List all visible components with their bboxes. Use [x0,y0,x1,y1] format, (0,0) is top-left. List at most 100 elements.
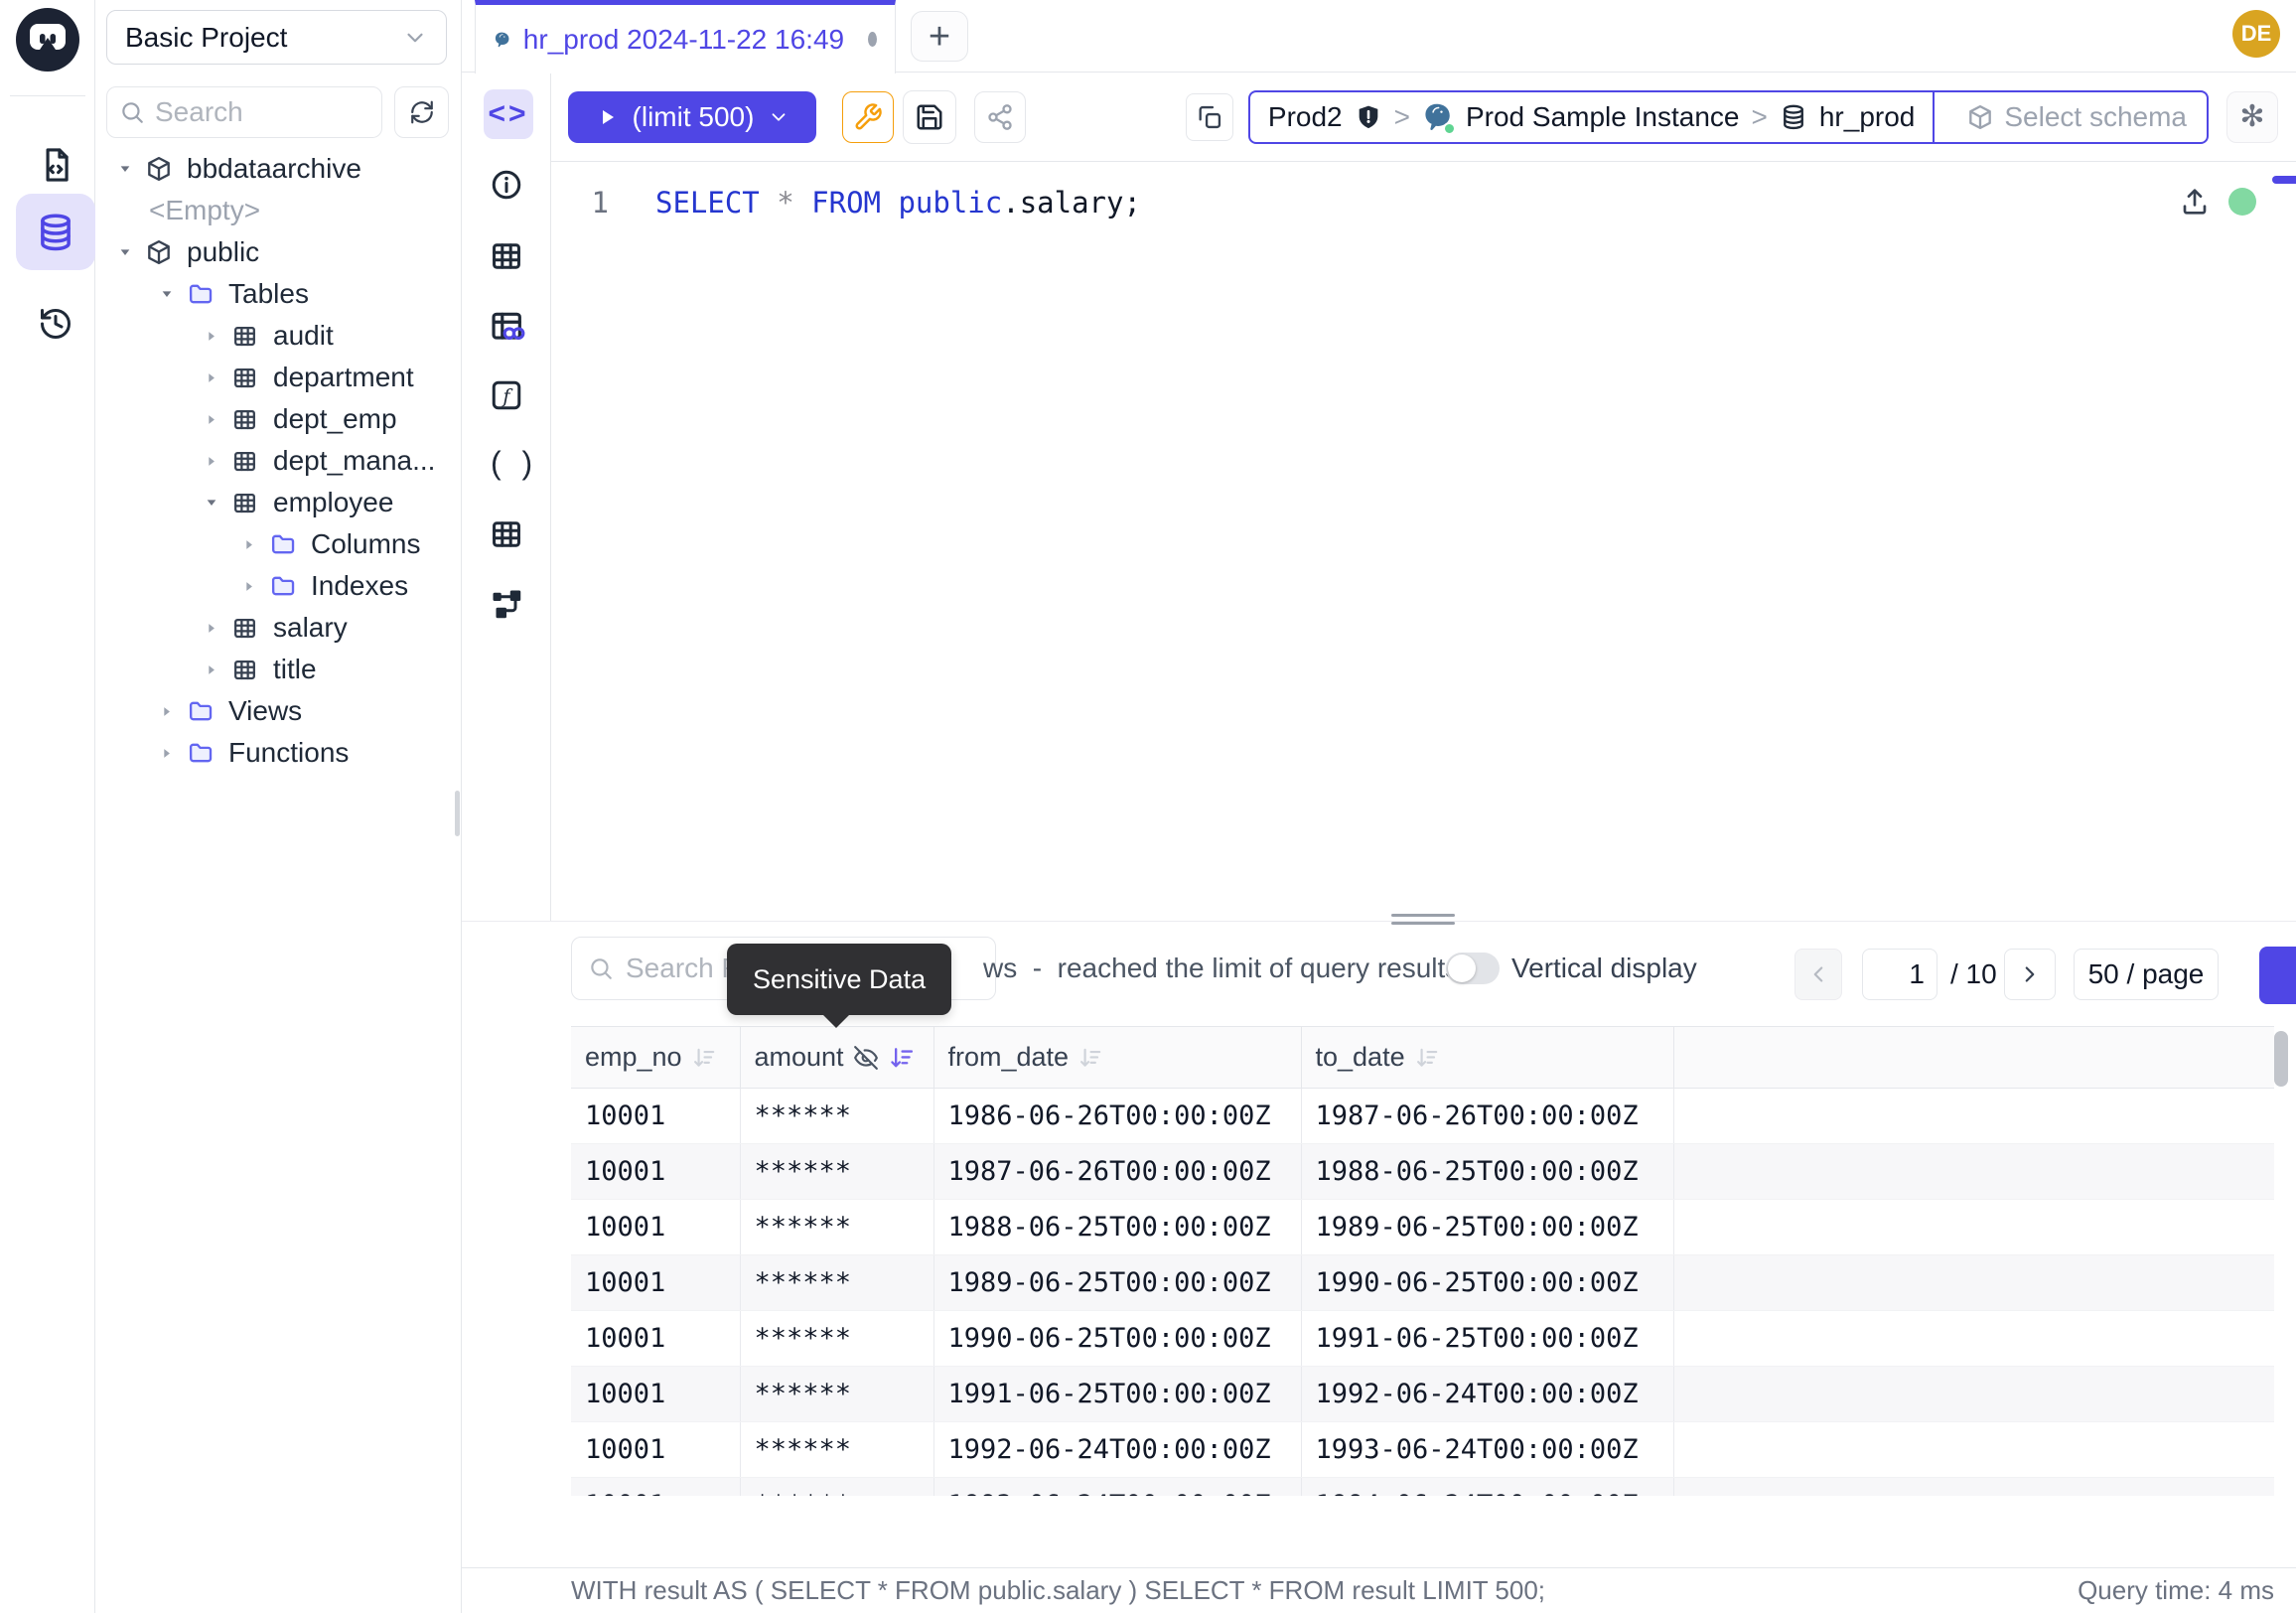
sql-code[interactable]: SELECT * FROM public.salary; [655,186,1141,220]
save-sheet-button[interactable] [903,90,956,144]
breadcrumb-divider [1933,92,1935,142]
table-search-button[interactable] [489,308,526,346]
tree-item-title[interactable]: title [95,649,462,690]
code-view-button[interactable]: <> [484,89,533,139]
sidebar-resize-handle[interactable] [455,791,460,836]
caret-down-icon[interactable] [117,244,133,260]
sql-keyword: FROM [794,186,899,220]
results-scrollbar-thumb[interactable] [2274,1031,2288,1087]
tree-item-label: <Empty> [149,195,260,226]
caret-down-icon[interactable] [159,286,175,302]
tree-item-views[interactable]: Views [95,690,462,732]
column-header-to-date[interactable]: to_date [1301,1027,1673,1089]
connection-breadcrumb[interactable]: Prod2 > Prod Sample Instance > hr_prod S… [1248,90,2209,144]
history-nav-button[interactable] [16,285,95,362]
environment-label: Prod2 [1268,101,1343,133]
caret-right-icon[interactable] [159,746,175,761]
unsaved-dot-icon [868,32,877,47]
next-page-button[interactable] [2004,949,2056,1000]
caret-right-icon[interactable] [204,412,219,427]
run-query-button[interactable]: (limit 500) [568,91,816,143]
function-panel-button[interactable] [489,377,524,413]
worksheet-nav-button[interactable] [16,126,95,203]
table-row[interactable]: 10001******1990-06-25T00:00:00Z1991-06-2… [571,1311,2274,1367]
chevron-down-icon[interactable] [768,106,789,128]
share-sheet-button[interactable] [974,91,1026,143]
export-button[interactable] [2259,947,2296,1004]
eye-off-icon[interactable] [853,1045,879,1071]
sort-icon[interactable] [888,1044,916,1072]
tree-item-label: title [273,654,317,685]
table-row[interactable]: 10001******1993-06-24T00:00:00Z1994-06-2… [571,1478,2274,1497]
page-number-value: 1 [1909,958,1925,990]
schema-diagram-button[interactable] [489,586,524,622]
table-list-button[interactable] [489,516,524,552]
tree-item-employee[interactable]: employee [95,482,462,523]
page-number-input[interactable]: 1 [1862,949,1937,1000]
table-row[interactable]: 10001******1991-06-25T00:00:00Z1992-06-2… [571,1367,2274,1422]
avatar[interactable]: DE [2232,10,2280,58]
chevron-down-icon [402,25,428,51]
caret-down-icon[interactable] [117,161,133,177]
tree-item-dept-emp[interactable]: dept_emp [95,398,462,440]
schema-icon [145,155,175,183]
tree-item-dept-manager[interactable]: dept_mana... [95,440,462,482]
format-sql-button[interactable] [842,91,894,143]
info-button[interactable] [489,167,524,203]
caret-right-icon[interactable] [204,662,219,677]
table-row[interactable]: 10001******1986-06-26T00:00:00Z1987-06-2… [571,1089,2274,1144]
results-table: emp_no amount from_date to_date 10001***… [571,1026,2274,1496]
caret-right-icon[interactable] [204,454,219,469]
tree-item-tables[interactable]: Tables [95,273,462,315]
prev-page-button[interactable] [1794,949,1842,1000]
project-select[interactable]: Basic Project [106,10,447,65]
editor-line-1[interactable]: 1 SELECT * FROM public.salary; [551,162,2296,220]
database-nav-button[interactable] [16,194,95,270]
table-row[interactable]: 10001******1989-06-25T00:00:00Z1990-06-2… [571,1255,2274,1311]
sort-icon[interactable] [691,1045,717,1071]
caret-right-icon[interactable] [204,370,219,385]
pane-resize-handle[interactable] [1391,914,1455,930]
new-tab-button[interactable]: + [911,11,968,62]
plus-icon: + [929,18,950,56]
sql-editor[interactable]: 1 SELECT * FROM public.salary; [551,162,2296,993]
refresh-schema-button[interactable] [394,86,449,138]
vertical-display-toggle[interactable] [1446,953,1500,984]
caret-right-icon[interactable] [159,704,175,719]
page-total: / 10 [1950,949,1997,1000]
tree-item-audit[interactable]: audit [95,315,462,357]
sort-icon[interactable] [1077,1045,1103,1071]
caret-right-icon[interactable] [204,329,219,344]
sort-icon[interactable] [1414,1045,1440,1071]
table-panel-button[interactable] [489,238,524,274]
schema-selector[interactable]: Select schema [1946,101,2207,133]
worksheet-tab-active[interactable]: hr_prod 2024-11-22 16:49 [475,0,896,73]
table-row[interactable]: 10001******1988-06-25T00:00:00Z1989-06-2… [571,1200,2274,1255]
tree-item-bbdataarchive[interactable]: bbdataarchive [95,148,462,190]
column-header-emp-no[interactable]: emp_no [571,1027,740,1089]
table-row[interactable]: 10001******1987-06-26T00:00:00Z1988-06-2… [571,1144,2274,1200]
column-header-amount[interactable]: amount [740,1027,933,1089]
tree-item-indexes[interactable]: Indexes [95,565,462,607]
tree-item-functions[interactable]: Functions [95,732,462,774]
caret-right-icon[interactable] [241,537,257,552]
editor-scroll-indicator[interactable] [2272,176,2296,184]
app-logo-icon[interactable] [16,8,79,72]
ai-assistant-button[interactable]: ✻ [2226,91,2278,143]
column-header-from-date[interactable]: from_date [933,1027,1301,1089]
sidebar-search-input[interactable] [155,96,344,128]
tree-item-columns[interactable]: Columns [95,523,462,565]
caret-right-icon[interactable] [241,579,257,594]
tree-item-public[interactable]: public [95,231,462,273]
batch-query-button[interactable] [1186,93,1233,141]
parentheses-button[interactable]: ( ) [491,445,538,482]
upload-sql-button[interactable] [2179,186,2211,218]
page-size-select[interactable]: 50 / page [2074,949,2219,1000]
caret-right-icon[interactable] [204,621,219,636]
tree-item-department[interactable]: department [95,357,462,398]
openai-icon: ✻ [2239,99,2264,134]
sidebar-search[interactable] [106,86,382,138]
caret-down-icon[interactable] [204,495,219,511]
tree-item-salary[interactable]: salary [95,607,462,649]
table-row[interactable]: 10001******1992-06-24T00:00:00Z1993-06-2… [571,1422,2274,1478]
